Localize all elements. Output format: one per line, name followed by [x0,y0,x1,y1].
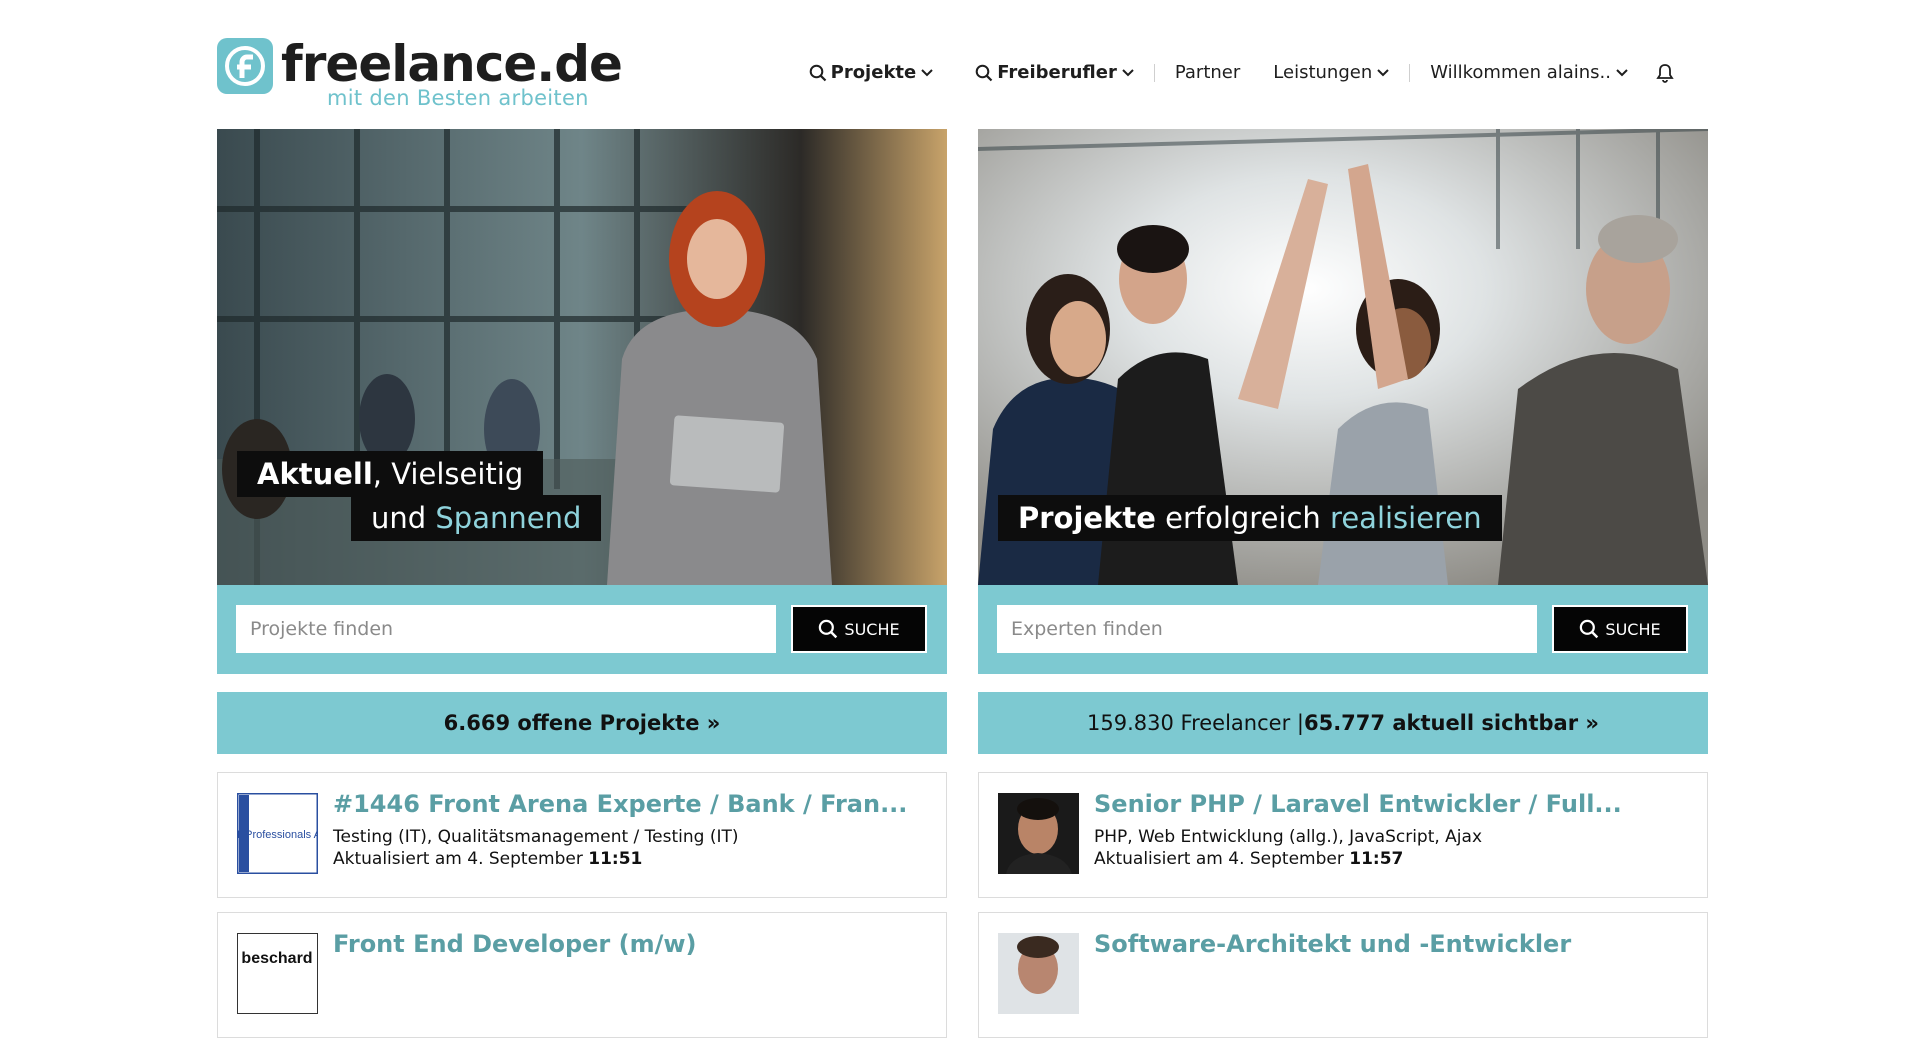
nav-services[interactable]: Leistungen [1273,62,1389,83]
nav-account-menu[interactable]: Willkommen alains.. [1430,62,1628,83]
project-updated: Aktualisiert am 4. September 11:51 [333,849,643,869]
avatar [998,933,1079,1014]
nav-partner[interactable]: Partner [1175,62,1240,83]
logo-tagline: mit den Besten arbeiten [327,86,589,110]
freelancer-title[interactable]: Software-Architekt und -Entwickler [1094,930,1571,958]
freelancer-count-link[interactable]: 159.830 Freelancer | 65.777 aktuell sich… [978,692,1708,754]
company-logo-image: IT Professionals AG [237,793,318,874]
project-search-input[interactable] [236,605,776,653]
avatar [998,793,1079,874]
nav-divider [1409,63,1411,82]
bell-icon [1656,63,1674,83]
nav-divider [1153,63,1155,82]
chevron-down-icon [1377,68,1389,76]
chevron-down-icon [921,68,933,76]
expert-search-button[interactable]: SUCHE [1552,605,1688,653]
freelancer-card[interactable]: Senior PHP / Laravel Entwickler / Full..… [978,772,1708,898]
main-nav: Projekte Freiberufler Partner Leistungen… [809,62,1674,83]
notifications-bell[interactable] [1656,63,1674,83]
chevron-down-icon [1616,68,1628,76]
nav-freelancers[interactable]: Freiberufler [975,62,1134,83]
projects-column: Aktuell, Vielseitig und Spannend SUCHE 6… [217,129,947,1038]
company-logo-image: beschard [237,933,318,1014]
project-card[interactable]: IT Professionals AG #1446 Front Arena Ex… [217,772,947,898]
projects-hero-image: Aktuell, Vielseitig und Spannend [217,129,947,585]
logo-f-icon [217,38,273,94]
hero-caption-line1: Aktuell, Vielseitig [237,451,544,497]
freelancer-skills: PHP, Web Entwicklung (allg.), JavaScript… [1094,827,1483,847]
nav-partner-label: Partner [1174,62,1241,83]
nav-projects[interactable]: Projekte [809,62,934,83]
search-icon [819,619,838,639]
logo-wordmark: freelance.de [281,35,623,93]
freelancer-title[interactable]: Senior PHP / Laravel Entwickler / Full..… [1094,790,1622,818]
company-logo: IT Professionals AG [237,793,318,874]
search-button-label: SUCHE [1605,619,1661,639]
project-search-bar: SUCHE [217,585,947,674]
site-logo[interactable]: freelance.de mit den Besten arbeiten [217,35,623,113]
project-tags: Testing (IT), Qualitätsmanagement / Test… [333,827,739,847]
expert-search-input[interactable] [997,605,1537,653]
expert-search-bar: SUCHE [978,585,1708,674]
hero-caption-line2: und Spannend [351,495,602,541]
search-icon [975,64,993,81]
company-logo: beschard [237,933,318,1014]
project-card[interactable]: beschard Front End Developer (m/w) [217,912,947,1038]
company-logo-text: IT Professionals AG [237,829,318,841]
freelancer-updated: Aktualisiert am 4. September 11:57 [1094,849,1404,869]
nav-freelancers-label: Freiberufler [997,62,1117,83]
nav-projects-label: Projekte [830,62,917,83]
nav-services-label: Leistungen [1273,62,1373,83]
search-icon [1580,619,1599,639]
nav-welcome-label: Willkommen alains.. [1430,62,1611,83]
open-projects-count: 6.669 offene Projekte » [443,711,721,735]
freelancer-count-prefix: 159.830 Freelancer | [1087,711,1304,735]
search-button-label: SUCHE [844,619,900,639]
experts-hero-image: Projekte erfolgreich realisieren [978,129,1708,585]
project-title[interactable]: Front End Developer (m/w) [333,930,696,958]
hero-caption: Projekte erfolgreich realisieren [998,495,1502,541]
experts-column: Projekte erfolgreich realisieren SUCHE 1… [978,129,1708,1038]
chevron-down-icon [1122,68,1134,76]
freelancer-card[interactable]: Software-Architekt und -Entwickler [978,912,1708,1038]
project-search-button[interactable]: SUCHE [791,605,927,653]
search-icon [809,64,826,81]
avatar-photo [998,793,1079,874]
avatar-photo [998,933,1079,1014]
company-logo-text: beschard [241,950,312,967]
project-title[interactable]: #1446 Front Arena Experte / Bank / Fran.… [333,790,907,818]
freelancer-visible-count: 65.777 aktuell sichtbar » [1303,711,1599,735]
open-projects-link[interactable]: 6.669 offene Projekte » [217,692,947,754]
